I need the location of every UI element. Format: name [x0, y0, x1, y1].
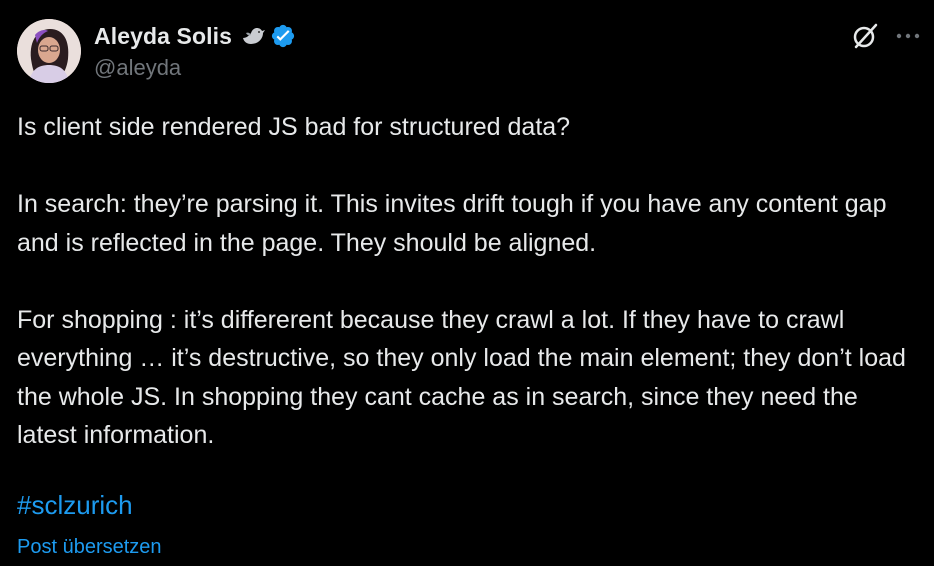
- author-name-row: Aleyda Solis: [94, 22, 296, 50]
- hashtag-link[interactable]: #sclzurich: [17, 490, 133, 521]
- author-handle[interactable]: @aleyda: [94, 55, 181, 81]
- avatar-image: [17, 19, 81, 83]
- verified-badge-icon: [270, 23, 296, 49]
- author-display-name[interactable]: Aleyda Solis: [94, 23, 232, 50]
- tweet-card: Aleyda Solis @aleyda Is client side rend…: [0, 0, 934, 566]
- more-options-icon[interactable]: [895, 26, 921, 46]
- translate-post-link[interactable]: Post übersetzen: [17, 536, 162, 559]
- tweet-text: Is client side rendered JS bad for struc…: [17, 113, 906, 449]
- avatar[interactable]: [17, 19, 81, 83]
- bird-icon: [240, 24, 266, 48]
- grok-icon[interactable]: [850, 21, 880, 51]
